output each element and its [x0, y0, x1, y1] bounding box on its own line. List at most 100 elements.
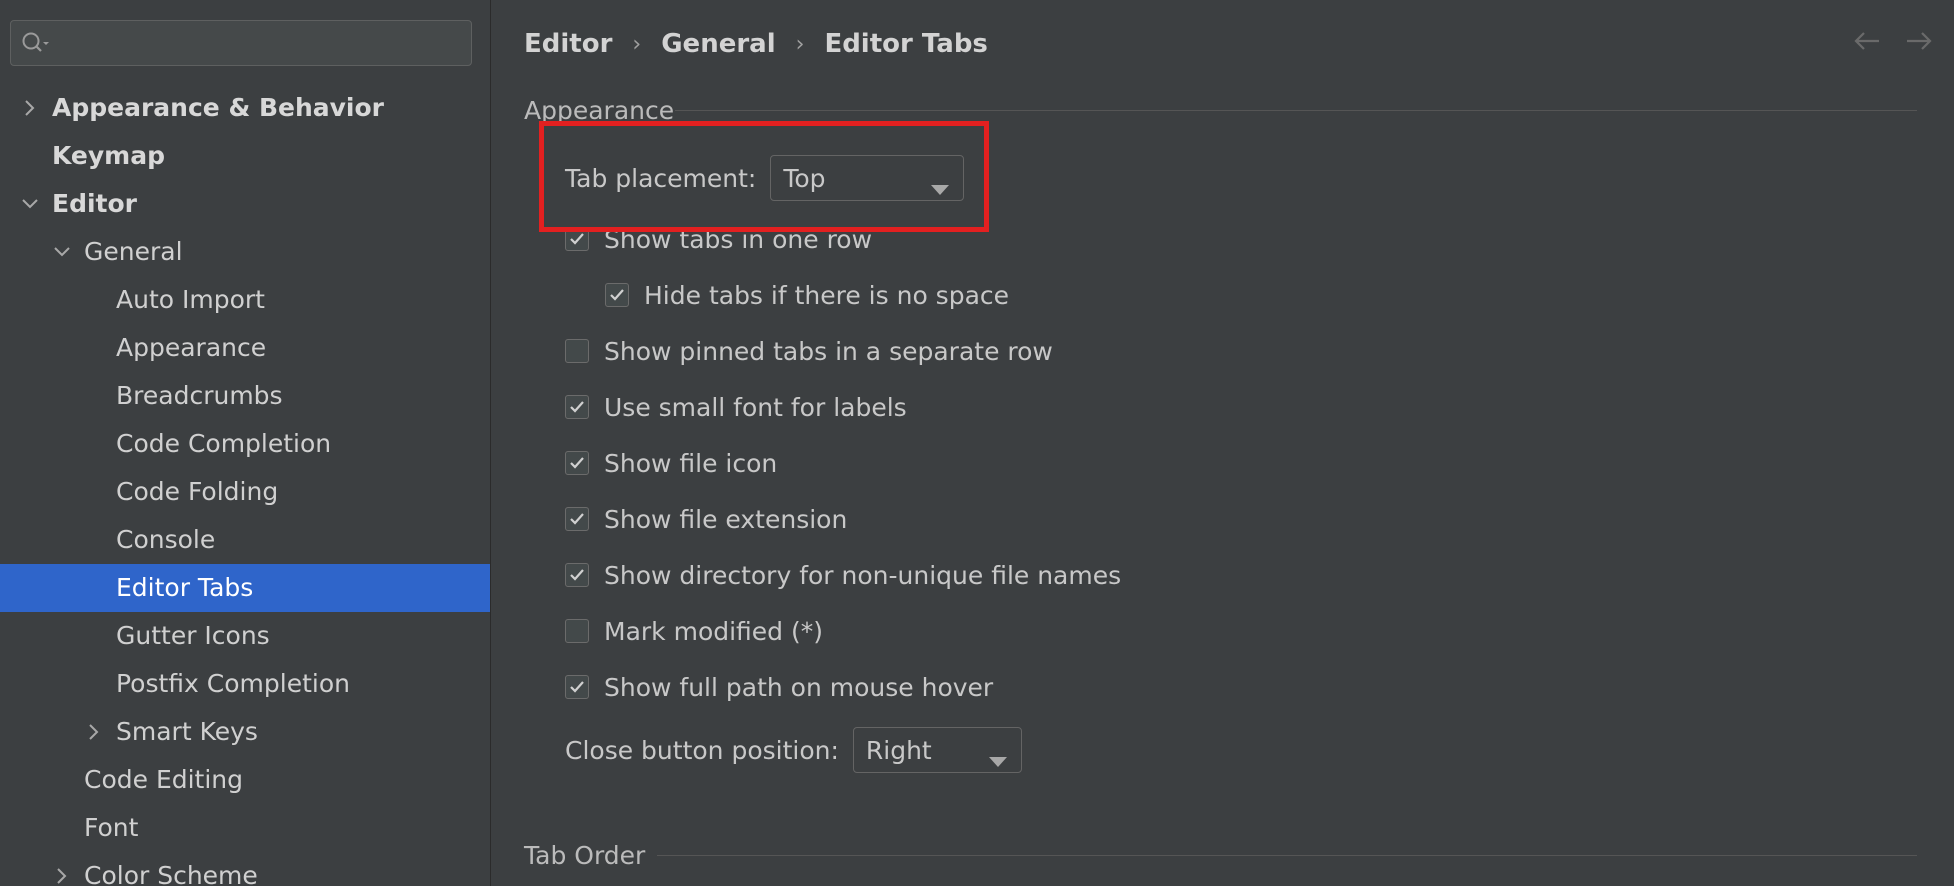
search-input[interactable]: [55, 27, 459, 61]
tree-item-label: Appearance: [116, 333, 267, 362]
option-label: Mark modified (*): [604, 616, 824, 646]
tree-item-general[interactable]: General: [0, 228, 490, 276]
tree-item-label: Editor: [52, 189, 137, 218]
option-show-file-icon[interactable]: Show file icon: [565, 443, 777, 483]
tree-item-editor[interactable]: Editor: [0, 180, 490, 228]
tree-item-label: Breadcrumbs: [116, 381, 283, 410]
tree-item-smart-keys[interactable]: Smart Keys: [0, 708, 490, 756]
breadcrumb-item-current: Editor Tabs: [824, 29, 988, 59]
option-small-font-labels[interactable]: Use small font for labels: [565, 387, 907, 427]
breadcrumb-separator-icon: ›: [632, 31, 642, 57]
close-button-position-dropdown[interactable]: Right: [852, 727, 1022, 773]
option-show-directory-non-unique[interactable]: Show directory for non-unique file names: [565, 555, 1121, 595]
tree-item-editor-tabs[interactable]: Editor Tabs: [0, 564, 490, 612]
breadcrumb-separator-icon: ›: [795, 31, 805, 57]
tab-placement-row: Tab placement: Top: [565, 155, 965, 201]
option-mark-modified[interactable]: Mark modified (*): [565, 611, 823, 651]
checkbox-checked[interactable]: [565, 563, 589, 587]
section-title-appearance: Appearance: [524, 95, 675, 125]
checkbox-checked[interactable]: [565, 675, 589, 699]
checkbox-unchecked[interactable]: [565, 339, 589, 363]
breadcrumb-item[interactable]: General: [661, 29, 775, 59]
arrow-left-icon[interactable]: [1852, 26, 1882, 56]
check-icon: [570, 513, 584, 525]
tree-item-gutter-icons[interactable]: Gutter Icons: [0, 612, 490, 660]
checkbox-checked[interactable]: [565, 227, 589, 251]
chevron-right-icon[interactable]: [20, 84, 40, 132]
option-show-tabs-one-row[interactable]: Show tabs in one row: [565, 219, 872, 259]
caret-down-icon: [931, 173, 950, 195]
check-icon: [610, 289, 624, 301]
tree-item-color-scheme[interactable]: Color Scheme: [0, 852, 490, 886]
settings-window: Appearance & Behavior Keymap Editor Gene…: [0, 0, 1954, 886]
option-full-path-hover[interactable]: Show full path on mouse hover: [565, 667, 993, 707]
search-icon: [21, 31, 51, 57]
tab-placement-value: Top: [783, 163, 826, 193]
section-divider: [657, 855, 1917, 856]
tree-item-label: Postfix Completion: [116, 669, 350, 698]
tree-item-font[interactable]: Font: [0, 804, 490, 852]
tree-item-label: Smart Keys: [116, 717, 258, 746]
check-icon: [570, 401, 584, 413]
section-title-tab-order: Tab Order: [524, 840, 646, 870]
tree-item-label: Code Editing: [84, 765, 244, 794]
option-hide-tabs-no-space[interactable]: Hide tabs if there is no space: [605, 275, 1009, 315]
option-pinned-tabs-separate-row[interactable]: Show pinned tabs in a separate row: [565, 331, 1053, 371]
section-divider: [675, 110, 1917, 111]
tree-item-label: Code Folding: [116, 477, 279, 506]
checkbox-unchecked[interactable]: [565, 619, 589, 643]
tree-item-appearance[interactable]: Appearance: [0, 324, 490, 372]
check-icon: [570, 681, 584, 693]
close-button-position-value: Right: [865, 735, 932, 765]
tree-item-label: Code Completion: [116, 429, 332, 458]
tree-item-postfix-completion[interactable]: Postfix Completion: [0, 660, 490, 708]
tree-item-code-editing[interactable]: Code Editing: [0, 756, 490, 804]
breadcrumb-item[interactable]: Editor: [524, 29, 612, 59]
tree-item-label: Font: [84, 813, 139, 842]
tree-item-code-completion[interactable]: Code Completion: [0, 420, 490, 468]
tab-placement-label: Tab placement:: [565, 163, 757, 193]
check-icon: [570, 457, 584, 469]
tree-item-keymap[interactable]: Keymap: [0, 132, 490, 180]
tree-item-label: Gutter Icons: [116, 621, 270, 650]
tree-item-label: Editor Tabs: [116, 573, 254, 602]
check-icon: [570, 569, 584, 581]
option-label: Show file icon: [604, 448, 778, 478]
option-show-file-extension[interactable]: Show file extension: [565, 499, 847, 539]
option-label: Show full path on mouse hover: [604, 672, 994, 702]
tree-item-label: Keymap: [52, 141, 166, 170]
chevron-right-icon[interactable]: [52, 852, 72, 886]
tree-item-label: Appearance & Behavior: [52, 93, 384, 122]
chevron-down-icon[interactable]: [52, 228, 72, 276]
settings-content: Editor › General › Editor Tabs Appearanc…: [491, 0, 1954, 886]
tree-item-console[interactable]: Console: [0, 516, 490, 564]
checkbox-checked[interactable]: [565, 395, 589, 419]
checkbox-checked[interactable]: [565, 451, 589, 475]
settings-tree: Appearance & Behavior Keymap Editor Gene…: [0, 84, 490, 886]
close-button-position-label: Close button position:: [565, 735, 839, 765]
settings-sidebar: Appearance & Behavior Keymap Editor Gene…: [0, 0, 491, 886]
tree-item-label: Color Scheme: [84, 861, 258, 886]
option-label: Show tabs in one row: [604, 224, 873, 254]
option-label: Show directory for non-unique file names: [604, 560, 1122, 590]
history-navigation: [1852, 26, 1934, 56]
tree-item-label: Auto Import: [116, 285, 265, 314]
breadcrumb: Editor › General › Editor Tabs: [524, 24, 988, 64]
option-label: Show pinned tabs in a separate row: [604, 336, 1053, 366]
checkbox-checked[interactable]: [605, 283, 629, 307]
close-button-position-row: Close button position: Right: [565, 727, 1022, 773]
tab-placement-dropdown[interactable]: Top: [770, 155, 965, 201]
chevron-right-icon[interactable]: [84, 708, 104, 756]
option-label: Use small font for labels: [604, 392, 907, 422]
chevron-down-icon[interactable]: [20, 180, 40, 228]
tree-item-breadcrumbs[interactable]: Breadcrumbs: [0, 372, 490, 420]
tree-item-auto-import[interactable]: Auto Import: [0, 276, 490, 324]
search-field[interactable]: [10, 20, 472, 66]
arrow-right-icon[interactable]: [1904, 26, 1934, 56]
tree-item-appearance-behavior[interactable]: Appearance & Behavior: [0, 84, 490, 132]
tree-item-label: Console: [116, 525, 216, 554]
checkbox-checked[interactable]: [565, 507, 589, 531]
option-label: Show file extension: [604, 504, 848, 534]
option-label: Hide tabs if there is no space: [644, 280, 1010, 310]
tree-item-code-folding[interactable]: Code Folding: [0, 468, 490, 516]
